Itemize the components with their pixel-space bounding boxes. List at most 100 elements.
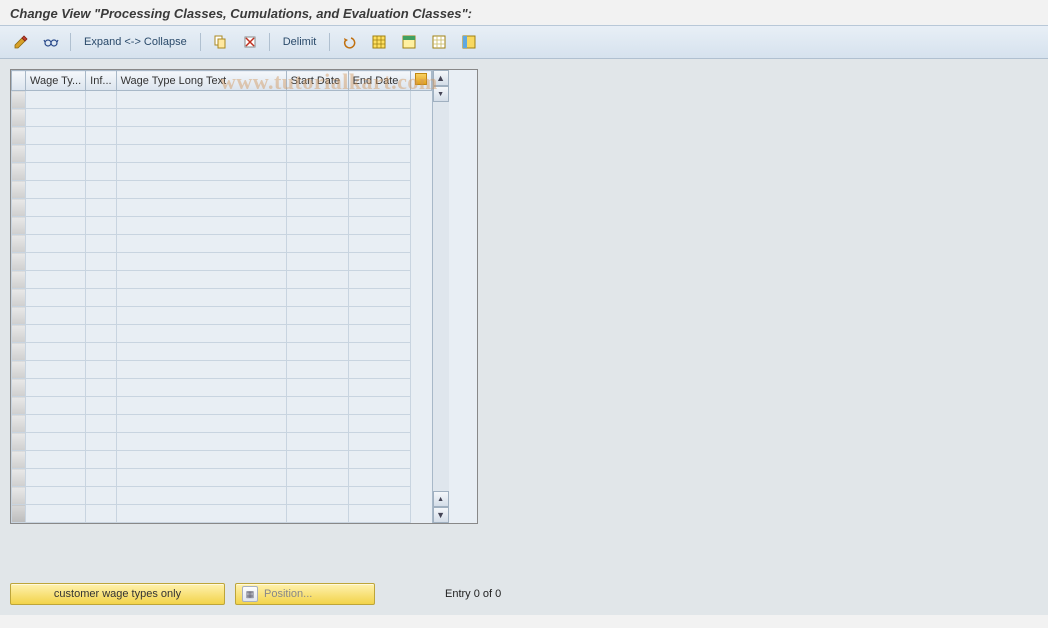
table-row[interactable] (12, 379, 432, 397)
cell[interactable] (26, 163, 86, 181)
cell[interactable] (86, 343, 116, 361)
table-row[interactable] (12, 127, 432, 145)
row-selector[interactable] (12, 181, 26, 199)
table-row[interactable] (12, 451, 432, 469)
cell[interactable] (286, 289, 348, 307)
cell[interactable] (116, 415, 286, 433)
row-selector[interactable] (12, 109, 26, 127)
cell[interactable] (26, 397, 86, 415)
cell[interactable] (116, 379, 286, 397)
table-row[interactable] (12, 235, 432, 253)
copy-icon[interactable] (207, 32, 233, 52)
cell[interactable] (348, 379, 410, 397)
vertical-scrollbar[interactable]: ▲ ▼ ▲ ▼ (432, 70, 449, 523)
cell[interactable] (26, 505, 86, 523)
table-row[interactable] (12, 343, 432, 361)
cell[interactable] (26, 415, 86, 433)
table-row[interactable] (12, 361, 432, 379)
cell[interactable] (86, 109, 116, 127)
cell[interactable] (286, 271, 348, 289)
cell[interactable] (286, 145, 348, 163)
cell[interactable] (348, 145, 410, 163)
cell[interactable] (86, 361, 116, 379)
row-selector[interactable] (12, 307, 26, 325)
cell[interactable] (286, 109, 348, 127)
row-selector[interactable] (12, 361, 26, 379)
table-row[interactable] (12, 397, 432, 415)
cell[interactable] (26, 343, 86, 361)
cell[interactable] (348, 325, 410, 343)
cell[interactable] (116, 487, 286, 505)
deselect-all-icon[interactable] (426, 32, 452, 52)
scroll-page-down-button[interactable]: ▲ (433, 491, 449, 507)
table-row[interactable] (12, 217, 432, 235)
cell[interactable] (348, 469, 410, 487)
cell[interactable] (116, 235, 286, 253)
cell[interactable] (286, 397, 348, 415)
row-selector[interactable] (12, 91, 26, 109)
cell[interactable] (348, 235, 410, 253)
cell[interactable] (116, 163, 286, 181)
row-selector[interactable] (12, 325, 26, 343)
row-selector[interactable] (12, 127, 26, 145)
table-row[interactable] (12, 271, 432, 289)
cell[interactable] (286, 343, 348, 361)
scroll-down-button[interactable]: ▼ (433, 507, 449, 523)
cell[interactable] (348, 307, 410, 325)
cell[interactable] (348, 181, 410, 199)
cell[interactable] (26, 325, 86, 343)
table-row[interactable] (12, 289, 432, 307)
table-row[interactable] (12, 487, 432, 505)
cell[interactable] (86, 487, 116, 505)
cell[interactable] (286, 433, 348, 451)
cell[interactable] (348, 271, 410, 289)
row-selector[interactable] (12, 487, 26, 505)
cell[interactable] (286, 253, 348, 271)
undo-icon[interactable] (336, 32, 362, 52)
cell[interactable] (116, 91, 286, 109)
row-selector[interactable] (12, 253, 26, 271)
cell[interactable] (86, 181, 116, 199)
cell[interactable] (348, 289, 410, 307)
cell[interactable] (116, 127, 286, 145)
cell[interactable] (86, 451, 116, 469)
row-selector[interactable] (12, 235, 26, 253)
row-selector[interactable] (12, 451, 26, 469)
cell[interactable] (286, 91, 348, 109)
cell[interactable] (26, 181, 86, 199)
row-selector[interactable] (12, 397, 26, 415)
row-selector[interactable] (12, 217, 26, 235)
cell[interactable] (116, 307, 286, 325)
cell[interactable] (348, 91, 410, 109)
table-row[interactable] (12, 307, 432, 325)
cell[interactable] (26, 487, 86, 505)
row-selector[interactable] (12, 343, 26, 361)
expand-collapse-button[interactable]: Expand <-> Collapse (77, 32, 194, 52)
cell[interactable] (86, 199, 116, 217)
cell[interactable] (116, 289, 286, 307)
cell[interactable] (26, 235, 86, 253)
table-row[interactable] (12, 433, 432, 451)
cell[interactable] (86, 91, 116, 109)
table-row[interactable] (12, 181, 432, 199)
table-row[interactable] (12, 145, 432, 163)
cell[interactable] (86, 253, 116, 271)
row-selector[interactable] (12, 505, 26, 523)
cell[interactable] (348, 343, 410, 361)
row-selector[interactable] (12, 271, 26, 289)
cell[interactable] (348, 451, 410, 469)
row-selector[interactable] (12, 379, 26, 397)
scroll-page-up-button[interactable]: ▼ (433, 86, 449, 102)
row-selector[interactable] (12, 163, 26, 181)
cell[interactable] (26, 289, 86, 307)
row-selector[interactable] (12, 415, 26, 433)
cell[interactable] (348, 163, 410, 181)
table-row[interactable] (12, 91, 432, 109)
table-row[interactable] (12, 163, 432, 181)
cell[interactable] (116, 145, 286, 163)
cell[interactable] (86, 415, 116, 433)
cell[interactable] (26, 271, 86, 289)
cell[interactable] (116, 181, 286, 199)
cell[interactable] (26, 109, 86, 127)
cell[interactable] (86, 145, 116, 163)
